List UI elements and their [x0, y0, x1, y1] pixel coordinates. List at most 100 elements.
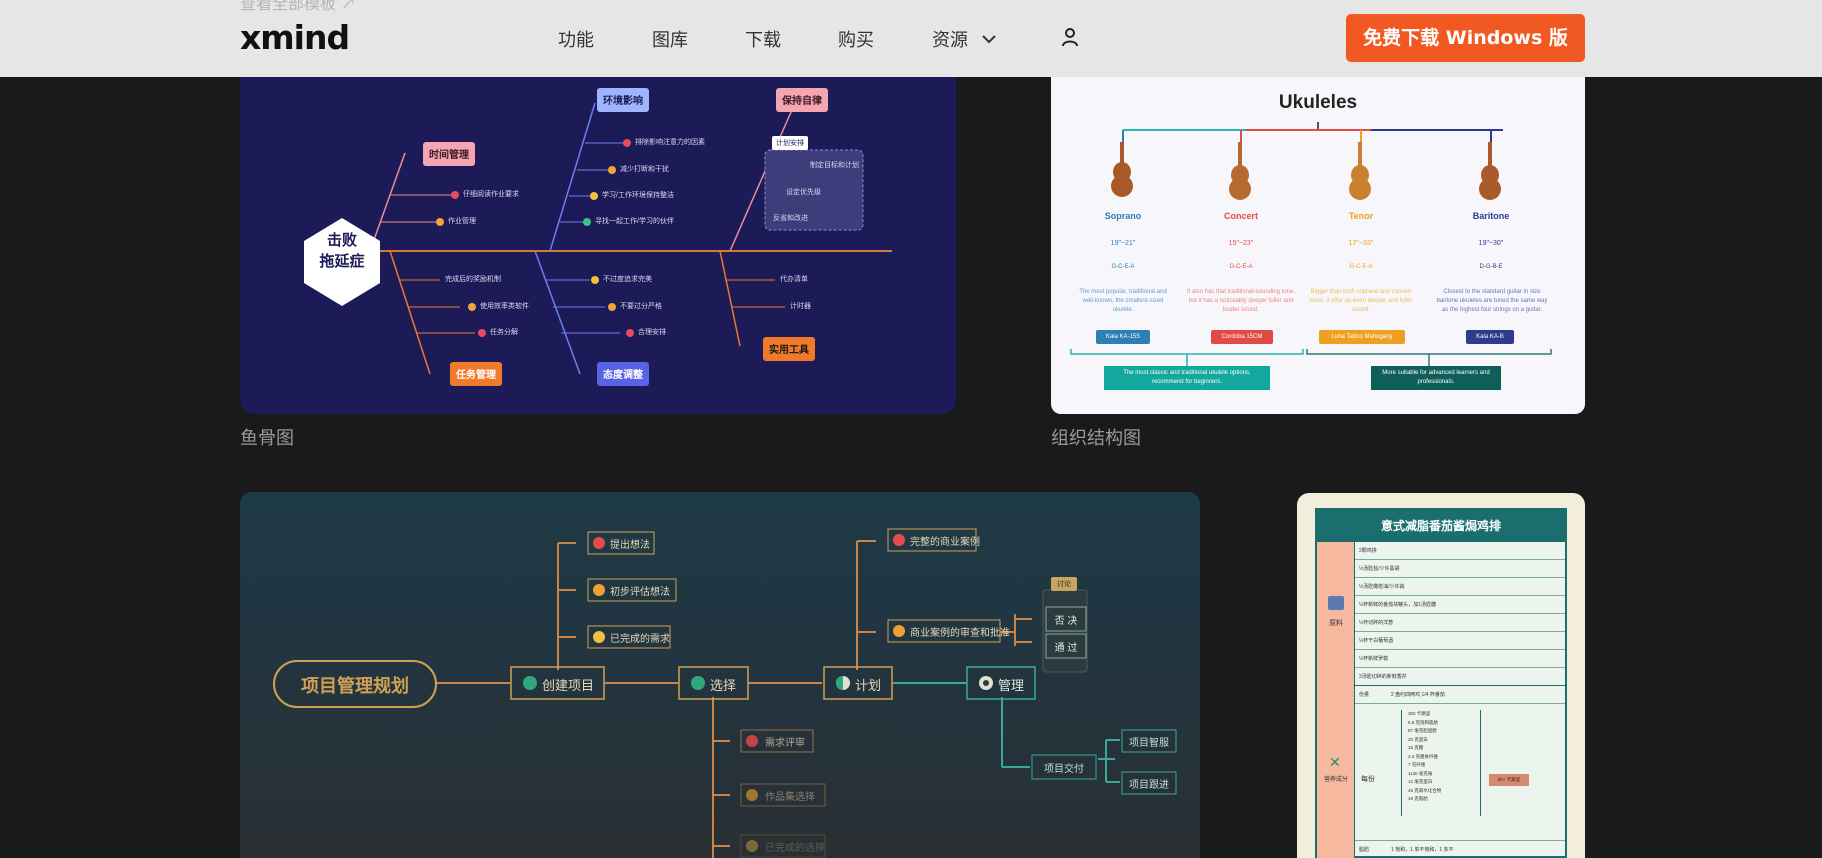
- uke-size: 15"~23": [1228, 240, 1254, 247]
- recipe-table: 意式减脂番茄酱焗鸡排 原料 2颗鸡排 ½汤匙盐/少许黑胡 ½汤匙橄榄油/少许蒜 …: [1315, 508, 1567, 858]
- uke-desc: Bigger than both soprano and concert siz…: [1309, 289, 1413, 313]
- nutrient: 97 毫克胆固醇: [1408, 728, 1437, 733]
- stage-plan: 计划: [855, 678, 882, 693]
- nutrient: 1130 毫克钠: [1408, 770, 1433, 776]
- note-beginners: The most classic and traditional ukulele…: [1104, 366, 1270, 390]
- nutrient: 20 克蛋白: [1408, 736, 1428, 742]
- uke-desc: The most popular, traditional and well-k…: [1079, 289, 1167, 313]
- chevron-down-icon[interactable]: [980, 30, 998, 48]
- recipe-template-card[interactable]: 意式减脂番茄酱焗鸡排 原料 2颗鸡排 ½汤匙盐/少许黑胡 ½汤匙橄榄油/少许蒜 …: [1297, 493, 1585, 858]
- fat-label: 脂肪: [1359, 847, 1370, 853]
- xmind-logo[interactable]: xmind: [240, 18, 350, 57]
- uke-tuning: G-C-E-A: [1111, 264, 1135, 270]
- serving-row: 份量 2 盘约四两鸡 1/4 杯番茄: [1355, 686, 1565, 704]
- nutrient-list: 350 卡路里 5.5 克饱和脂肪 97 毫克胆固醇 20 克蛋白 15 克糖 …: [1401, 710, 1481, 816]
- nav-link-download[interactable]: 下载: [745, 26, 781, 52]
- nutrient: 15 克糖: [1408, 745, 1424, 750]
- uke-model: Kala KA-B: [1466, 330, 1514, 344]
- plan-item: 商业案例的审查和批准: [910, 628, 1010, 639]
- discipline-tag: 计划安排: [776, 140, 804, 147]
- ingredient-row: ½杯新鲜的番茄块罐头，加1汤匙糖: [1355, 596, 1565, 614]
- manage-item: 项目交付: [1044, 764, 1084, 775]
- org-connectors: [1070, 122, 1552, 366]
- deliver-item: 项目智服: [1129, 738, 1169, 749]
- fishbone-item: 寻找一起工作/学习的伙伴: [595, 218, 674, 225]
- fishbone-item: 减少打断和干扰: [620, 166, 669, 173]
- uke-name: Baritone: [1472, 211, 1510, 221]
- select-item: 作品集选择: [765, 792, 815, 803]
- uke-model: Cordoba 15CM: [1211, 330, 1273, 344]
- head-discipline: 保持自律: [782, 96, 822, 107]
- uke-name: Tenor: [1348, 211, 1374, 221]
- uke-size: 17"~33": [1348, 240, 1374, 247]
- head-time: 时间管理: [429, 150, 469, 161]
- project-plan-template-card[interactable]: 项目管理规划 创建项目 选择 计划 管理 提出想法 初步评估想法 已完成的需求 …: [240, 492, 1200, 858]
- org-chart-template-card[interactable]: Ukuleles Soprano 19"~21" G-C-E-A The mos…: [1051, 62, 1585, 414]
- ingredient-row: ½杯干白葡萄酒: [1355, 632, 1565, 650]
- nutrient: 12 毫克蛋白: [1408, 779, 1433, 784]
- nutrient: 350 卡路里: [1408, 711, 1431, 716]
- nav-link-gallery[interactable]: 图库: [652, 26, 688, 52]
- head-env: 环境影响: [603, 96, 643, 107]
- nutrient: 7 克纤维: [1408, 762, 1426, 767]
- ingredient-row: ½杯切碎的洋葱: [1355, 614, 1565, 632]
- fishbone-item: 排除影响注意力的因素: [635, 139, 705, 146]
- nav-link-buy[interactable]: 购买: [838, 26, 874, 52]
- section-label: 原料: [1329, 620, 1343, 627]
- top-navigation-bar: 查看全部模板 ↗ xmind 功能 图库 下载 购买 资源 免费下载 Windo…: [0, 0, 1822, 77]
- select-item: 需求评审: [765, 738, 805, 749]
- fishbone-item: 代办清单: [780, 276, 808, 283]
- recipe-section-ingredients: 原料: [1317, 542, 1355, 686]
- decision-item: 通 过: [1054, 643, 1078, 654]
- uke-size: 19"~30": [1478, 240, 1504, 247]
- uke-model: Kala KA-15S: [1096, 330, 1150, 344]
- uke-desc: Closest to the standard guitar in size b…: [1436, 289, 1548, 313]
- fishbone-item: 学习/工作环境保持整洁: [602, 192, 674, 199]
- nutrient: 3.4 克膳食纤维: [1408, 753, 1439, 759]
- user-account-icon[interactable]: [1060, 26, 1080, 48]
- dna-icon: ✕: [1329, 754, 1341, 770]
- fishbone-item: 仔细阅读作业要求: [463, 191, 519, 198]
- uke-name: Soprano: [1104, 211, 1142, 221]
- nav-link-resources[interactable]: 资源: [932, 26, 968, 52]
- nutrient: 5.5 克饱和脂肪: [1408, 719, 1439, 725]
- org-chart-caption[interactable]: 组织结构图: [1051, 424, 1141, 450]
- ingredient-rows: 2颗鸡排 ½汤匙盐/少许黑胡 ½汤匙橄榄油/少许蒜 ½杯新鲜的番茄块罐头，加1汤…: [1355, 542, 1565, 686]
- serving-value: 2 盘约四两鸡 1/4 杯番茄: [1391, 692, 1445, 698]
- fishbone-item: 合理安排: [638, 329, 666, 336]
- head-tools: 实用工具: [769, 345, 809, 356]
- stage-manage: 管理: [998, 678, 1025, 693]
- ingredient-row: ½杯新鲜罗勒: [1355, 650, 1565, 668]
- plan-item: 完整的商业案例: [910, 537, 980, 548]
- fishbone-item: 任务分解: [490, 329, 518, 336]
- fat-value: 1 饱和，1 单不饱和，1 多不: [1391, 847, 1454, 853]
- fishbone-template-card[interactable]: 击败 拖延症 时间管理 环境影响 保持自律 任务管理 态度调整 实用工具 仔细阅…: [240, 40, 956, 414]
- ingredient-row: ½汤匙盐/少许黑胡: [1355, 560, 1565, 578]
- view-all-templates-link[interactable]: 查看全部模板 ↗: [240, 0, 356, 14]
- decision-item: 否 决: [1054, 616, 1078, 627]
- per-serving-label: 每份: [1361, 776, 1375, 783]
- stage-select: 选择: [710, 678, 737, 693]
- section-label: 营养成分: [1323, 777, 1348, 783]
- recipe-title: 意式减脂番茄酱焗鸡排: [1317, 510, 1565, 542]
- fishbone-center-label: 击败 拖延症: [304, 230, 380, 272]
- deliver-item: 项目跟进: [1129, 780, 1169, 791]
- note-advanced: More suitable for advanced learners and …: [1371, 366, 1501, 390]
- download-windows-button[interactable]: 免费下载 Windows 版: [1346, 14, 1585, 62]
- serving-label: 份量: [1359, 692, 1370, 698]
- recipe-section-nutrition: ✕ 营养成分: [1317, 686, 1355, 858]
- fishbone-caption[interactable]: 鱼骨图: [240, 424, 294, 450]
- fat-row: 脂肪 1 饱和，1 单不饱和，1 多不: [1355, 840, 1565, 858]
- ingredient-row: 2颗鸡排: [1355, 542, 1565, 560]
- create-item: 已完成的需求: [610, 634, 670, 645]
- page: 击败 拖延症 时间管理 环境影响 保持自律 任务管理 态度调整 实用工具 仔细阅…: [0, 0, 1822, 858]
- center-line-1: 击败: [326, 232, 357, 249]
- fishbone-item: 作业管理: [448, 218, 476, 225]
- uke-tuning: G-C-E-A: [1349, 264, 1373, 270]
- ingredients-icon: [1328, 596, 1344, 610]
- uke-tuning: D-G-B-E: [1479, 264, 1503, 270]
- fishbone-item: 制定目标和计划: [810, 162, 859, 169]
- uke-desc: It also has that traditional-sounding to…: [1186, 289, 1296, 313]
- create-item: 提出想法: [610, 540, 650, 551]
- nav-link-features[interactable]: 功能: [558, 26, 594, 52]
